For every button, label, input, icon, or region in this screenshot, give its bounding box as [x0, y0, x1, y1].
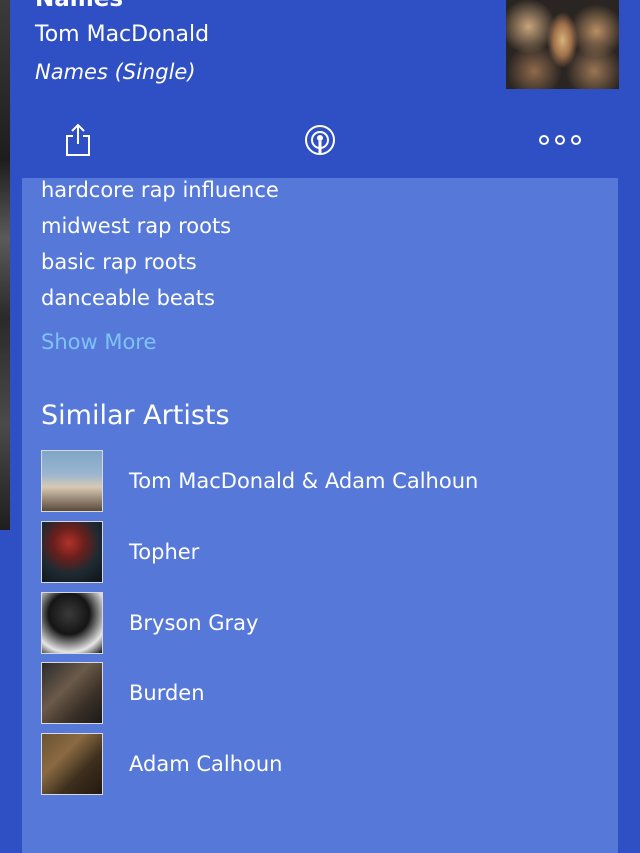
genre-tag: basic rap roots	[41, 250, 197, 274]
artist-thumbnail	[41, 521, 103, 583]
album-artwork[interactable]	[506, 0, 619, 89]
artist-row-name: Topher	[129, 540, 200, 564]
more-icon	[539, 135, 581, 145]
similar-artist-row[interactable]: Tom MacDonald & Adam Calhoun	[41, 449, 601, 513]
artist-thumbnail	[41, 733, 103, 795]
similar-artist-row[interactable]: Bryson Gray	[41, 591, 601, 655]
more-options-button[interactable]	[538, 118, 582, 162]
background-photo-strip	[0, 0, 10, 530]
artist-thumbnail	[41, 450, 103, 512]
album-name[interactable]: Names (Single)	[35, 60, 196, 84]
artist-thumbnail	[41, 592, 103, 654]
artist-thumbnail	[41, 662, 103, 724]
similar-artist-row[interactable]: Adam Calhoun	[41, 732, 601, 796]
show-more-link[interactable]: Show More	[41, 330, 156, 354]
share-button[interactable]	[56, 118, 100, 162]
similar-artist-row[interactable]: Burden	[41, 661, 601, 725]
artist-row-name: Tom MacDonald & Adam Calhoun	[129, 469, 479, 493]
podcast-icon	[305, 125, 335, 155]
similar-artist-row[interactable]: Topher	[41, 520, 601, 584]
podcast-button[interactable]	[298, 118, 342, 162]
track-title: Names	[35, 0, 123, 12]
artist-info-panel: hardcore rap influence midwest rap roots…	[22, 178, 618, 853]
genre-tag: danceable beats	[41, 286, 215, 310]
artist-row-name: Burden	[129, 681, 205, 705]
genre-tag: midwest rap roots	[41, 214, 232, 238]
artist-row-name: Adam Calhoun	[129, 752, 283, 776]
artist-name[interactable]: Tom MacDonald	[35, 22, 209, 47]
similar-artists-heading: Similar Artists	[41, 400, 230, 431]
artist-row-name: Bryson Gray	[129, 611, 259, 635]
share-icon	[66, 123, 90, 156]
now-playing-header: Names Tom MacDonald Names (Single)	[10, 0, 640, 178]
genre-tag: hardcore rap influence	[41, 178, 279, 202]
